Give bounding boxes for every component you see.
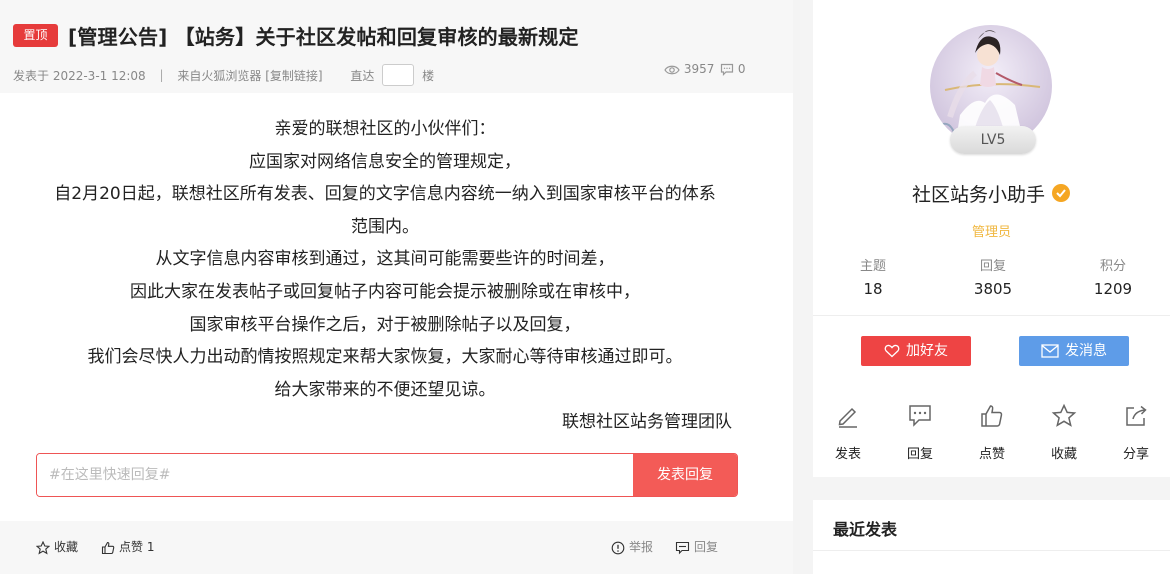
stat-points[interactable]: 积分 1209 <box>1053 255 1170 298</box>
quick-reply-input[interactable] <box>37 454 647 496</box>
stat-value: 18 <box>863 280 883 298</box>
post-title: [管理公告] 【站务】关于社区发帖和回复审核的最新规定 <box>68 25 579 49</box>
alert-icon <box>611 541 625 554</box>
author-profile-card: LV5 社区站务小助手 管理员 主题 18 回复 3805 积分 1209 加好… <box>813 0 1170 385</box>
report-button[interactable]: 举报 <box>611 538 653 555</box>
report-label: 举报 <box>629 540 654 554</box>
action-label: 收藏 <box>1050 447 1077 462</box>
view-count-value: 3957 <box>683 62 715 76</box>
action-share[interactable]: 分享 <box>1106 403 1166 462</box>
like-label: 点赞 1 <box>119 540 155 554</box>
recent-posts-title: 最近发表 <box>833 520 898 539</box>
body-line: 给大家带来的不便还望见谅。 <box>274 379 496 400</box>
stat-topics[interactable]: 主题 18 <box>813 255 933 298</box>
quick-actions: 发表 回复 点赞 收藏 分享 <box>813 385 1170 477</box>
body-line: 国家审核平台操作之后，对于被删除帖子以及回复， <box>189 314 581 335</box>
comment-count-value: 0 <box>737 62 746 76</box>
comment-icon <box>909 405 931 427</box>
comment-count: 0 <box>720 62 745 76</box>
mail-icon <box>1041 344 1059 358</box>
profile-divider <box>813 315 1170 316</box>
post-signature: 联想社区站务管理团队 <box>562 412 732 433</box>
stat-value: 1209 <box>1093 280 1133 298</box>
post-header: 置顶 [管理公告] 【站务】关于社区发帖和回复审核的最新规定 发表于 2022-… <box>0 0 793 93</box>
recent-posts-panel: 最近发表 <box>813 500 1170 574</box>
username-text: 社区站务小助手 <box>911 184 1045 206</box>
post-source[interactable]: 来自火狐浏览器 [复制链接] <box>177 67 322 84</box>
action-post[interactable]: 发表 <box>818 403 878 462</box>
eye-icon <box>664 65 680 74</box>
comment-count-icon <box>720 63 734 76</box>
jump-floor-input[interactable] <box>382 64 415 86</box>
recent-divider <box>813 550 1170 551</box>
body-line: 从文字信息内容审核到通过，这其间可能需要些许的时间差， <box>155 249 615 270</box>
post-main: 置顶 [管理公告] 【站务】关于社区发帖和回复审核的最新规定 发表于 2022-… <box>0 0 793 574</box>
body-line: 我们会尽快人力出动酌情按照规定来帮大家恢复，大家耐心等待审核通过即可。 <box>87 347 683 368</box>
body-line: 因此大家在发表帖子或回复帖子内容可能会提示被删除或在审核中， <box>130 281 640 302</box>
quick-reply-box: 发表回复 <box>36 453 738 497</box>
action-label: 回复 <box>906 447 933 462</box>
add-friend-button[interactable]: 加好友 <box>861 336 971 366</box>
post-content: 亲爱的联想社区的小伙伴们： 应国家对网络信息安全的管理规定， 自2月20日起，联… <box>0 93 793 521</box>
collect-label: 收藏 <box>54 540 79 554</box>
body-line: 亲爱的联想社区的小伙伴们： <box>274 119 496 139</box>
edit-icon <box>838 407 857 428</box>
stat-label: 主题 <box>859 259 886 274</box>
comment-icon <box>675 541 690 554</box>
reply-label: 回复 <box>694 540 719 554</box>
action-label: 发表 <box>834 447 861 462</box>
post-body: 亲爱的联想社区的小伙伴们： 应国家对网络信息安全的管理规定， 自2月20日起，联… <box>30 113 740 439</box>
stat-replies[interactable]: 回复 3805 <box>933 255 1053 298</box>
user-role: 管理员 <box>971 225 1011 240</box>
share-icon <box>1126 405 1147 426</box>
send-message-button[interactable]: 发消息 <box>1019 336 1129 366</box>
send-message-label: 发消息 <box>1065 343 1107 359</box>
post-footer: 收藏 点赞 1 举报 回复 <box>0 521 793 574</box>
stat-label: 回复 <box>979 259 1006 274</box>
post-date: 发表于 2022-3-1 12:08 <box>13 68 146 83</box>
action-label: 点赞 <box>978 447 1005 462</box>
body-line: 范围内。 <box>351 216 419 237</box>
view-count: 3957 <box>664 62 714 76</box>
jump-suffix: 楼 <box>422 68 435 83</box>
username[interactable]: 社区站务小助手 <box>813 180 1170 207</box>
meta-separator: | <box>159 68 164 82</box>
reply-button[interactable]: 回复 <box>675 538 718 555</box>
like-button[interactable]: 点赞 1 <box>101 538 154 555</box>
stat-label: 积分 <box>1099 259 1126 274</box>
stat-value: 3805 <box>973 280 1013 298</box>
submit-reply-button[interactable]: 发表回复 <box>633 454 737 496</box>
pinned-badge: 置顶 <box>13 24 58 47</box>
action-reply[interactable]: 回复 <box>890 403 950 462</box>
heart-icon <box>884 344 900 358</box>
thumbs-up-icon <box>101 541 115 554</box>
collect-button[interactable]: 收藏 <box>35 538 79 555</box>
post-meta: 发表于 2022-3-1 12:08 | 来自火狐浏览器 [复制链接] 直达 楼 <box>13 64 434 86</box>
action-collect[interactable]: 收藏 <box>1034 403 1094 462</box>
action-label: 分享 <box>1122 447 1149 462</box>
star-icon <box>35 540 51 555</box>
action-like[interactable]: 点赞 <box>962 403 1022 462</box>
jump-prefix: 直达 <box>350 68 375 83</box>
star-icon <box>1051 403 1077 427</box>
thumbs-up-icon <box>981 405 1003 427</box>
body-line: 自2月20日起，联想社区所有发表、回复的文字信息内容统一纳入到国家审核平台的体系 <box>54 184 716 205</box>
verified-badge-icon <box>1052 184 1070 202</box>
body-line: 应国家对网络信息安全的管理规定， <box>249 151 521 172</box>
add-friend-label: 加好友 <box>906 343 948 359</box>
level-badge: LV5 <box>950 126 1036 154</box>
